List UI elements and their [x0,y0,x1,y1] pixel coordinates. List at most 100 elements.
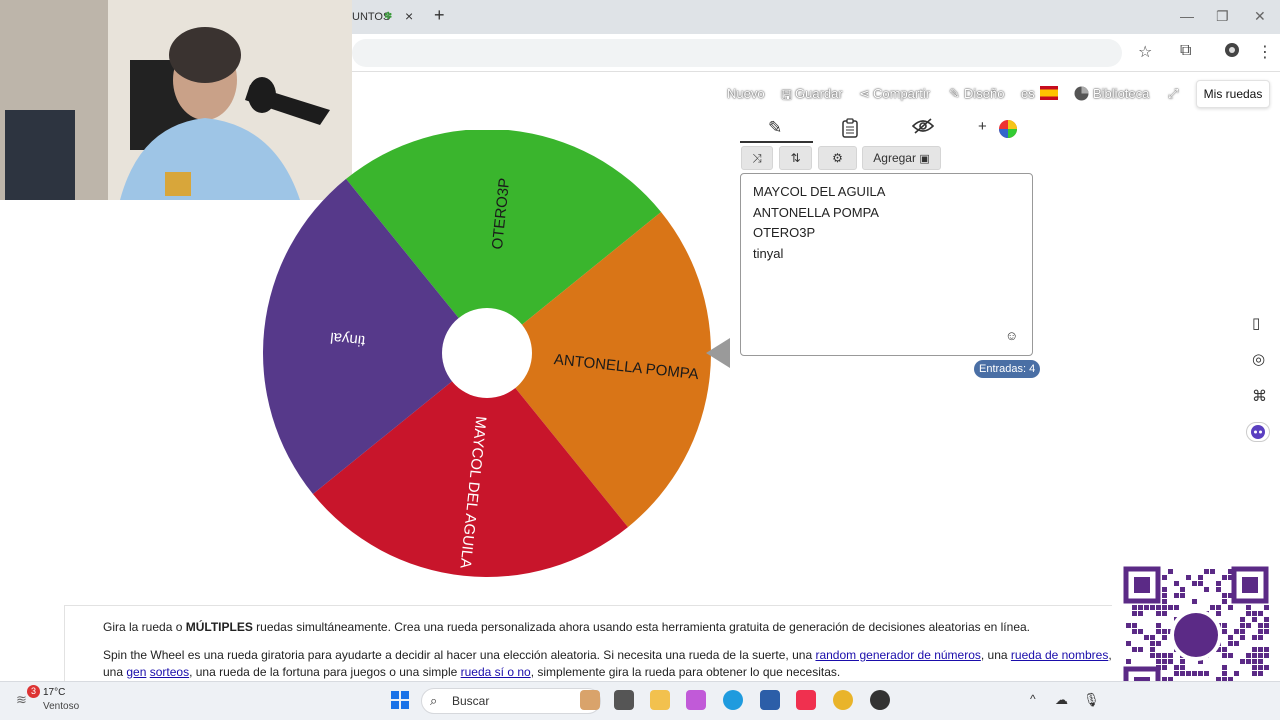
tab-close-icon[interactable]: × [405,8,413,24]
new-tab-button[interactable]: + [434,5,445,26]
fullscreen-icon[interactable]: ⤢ [1168,86,1178,102]
wind-weather-icon[interactable]: ≋ [16,692,27,708]
spin-wheel[interactable]: OTERO3PANTONELLA POMPAMAYCOL DEL AGUILAt… [262,130,712,580]
link-yes-no-wheel[interactable]: rueda sí o no [461,665,531,679]
qr-module [1144,635,1149,640]
wheel-segment-label: tinyal [329,329,366,350]
link-sorteos[interactable]: sorteos [150,665,189,679]
qr-module [1246,605,1251,610]
qr-module [1258,671,1263,676]
qr-module [1162,575,1167,580]
intro-text: Gira la rueda o [103,620,186,634]
mis-ruedas-button[interactable]: Mis ruedas [1196,80,1270,108]
qr-module [1264,605,1269,610]
taskbar-search-input[interactable]: Buscar [421,688,601,714]
edit-pencil-icon[interactable]: ✎ [768,118,782,138]
hide-eye-icon[interactable] [911,118,935,139]
save-icon: 🖫 [781,87,793,102]
qr-module [1150,605,1155,610]
copilot-icon[interactable] [686,690,706,710]
minimize-button[interactable]: — [1180,8,1194,24]
qr-module [1180,665,1185,670]
nav-nuevo[interactable]: Nuevo [727,86,765,101]
image-icon: ▣ [919,153,930,165]
qr-module [1258,611,1263,616]
extensions-icon[interactable]: ⧉ [1180,42,1191,60]
nav-language[interactable]: es [1021,86,1035,101]
add-wheel-plus-icon[interactable]: + [978,118,987,135]
maximize-button[interactable]: ❐ [1216,8,1229,25]
qr-module [1150,635,1155,640]
weather-temperature[interactable]: 17°C [43,687,65,698]
qr-module [1258,665,1263,670]
qr-module [1258,623,1263,628]
search-highlight-icon[interactable] [580,690,600,710]
qr-module [1150,653,1155,658]
link-generator[interactable]: gen [126,665,146,679]
screen: UNTOS ✽ × + — ❐ ✕ ☆ ⧉ ⋮ Nuevo 🖫 Guardar … [0,0,1280,720]
url-field[interactable] [352,39,1122,67]
entries-count-badge: Entradas: 4 [974,360,1041,378]
link-name-wheel[interactable]: rueda de nombres [1011,648,1108,662]
share-icon: ⋖ [859,86,870,101]
shuffle-button[interactable]: ⤨ [741,146,773,170]
qr-module [1186,671,1191,676]
qr-module [1240,617,1245,622]
qr-module [1198,581,1203,586]
book-icon[interactable]: ▯ [1252,314,1260,332]
qr-module [1162,599,1167,604]
add-image-button[interactable]: Agregar ▣ [862,146,941,170]
microphone-icon[interactable]: 🎙 [1083,692,1100,708]
emoji-icon[interactable]: ☺ [1005,328,1018,343]
active-tab-indicator [740,141,813,143]
file-explorer-icon[interactable] [650,690,670,710]
task-view-icon[interactable] [614,690,634,710]
nav-compartir[interactable]: Compartir [873,86,930,101]
sort-button[interactable]: ⇅ [779,146,812,170]
nav-guardar[interactable]: Guardar [795,86,843,101]
qr-module [1174,581,1179,586]
profile-avatar[interactable] [1224,42,1240,63]
settings-button[interactable]: ⚙ [818,146,857,170]
globe-icon [1074,86,1089,101]
entry-item: ANTONELLA POMPA [753,204,879,220]
music-app-icon[interactable] [796,690,816,710]
qr-module [1192,671,1197,676]
qr-module [1252,647,1257,652]
edge-icon[interactable] [723,690,743,710]
pencil-icon: ✎ [949,86,960,101]
link-number-generator[interactable]: random generador de números [815,648,980,662]
store-icon[interactable] [760,690,780,710]
chrome-icon[interactable] [833,690,853,710]
body-text: Spin the Wheel es una rueda giratoria pa… [103,648,816,662]
qr-module [1258,629,1263,634]
assistant-icon[interactable] [1246,422,1270,442]
browser-menu-icon[interactable]: ⋮ [1257,42,1273,62]
nav-diseno[interactable]: Diseño [964,86,1004,101]
qr-module [1264,665,1269,670]
qr-module [1228,641,1233,646]
onedrive-cloud-icon[interactable]: ☁ [1055,692,1068,708]
color-wheel-icon[interactable] [998,119,1018,139]
close-window-button[interactable]: ✕ [1254,8,1266,25]
obs-icon[interactable] [870,690,890,710]
qr-module [1180,587,1185,592]
target-icon[interactable]: ◎ [1252,350,1265,368]
qr-module [1180,659,1185,664]
qr-module [1198,575,1203,580]
apps-grid-icon[interactable]: ⌘ [1252,387,1267,405]
entries-textarea[interactable]: MAYCOL DEL AGUILA ANTONELLA POMPA OTERO3… [740,173,1033,356]
qr-module [1162,611,1167,616]
bookmark-star-icon[interactable]: ☆ [1138,42,1152,62]
intro-bold: MÚLTIPLES [185,620,253,634]
wheel-center[interactable] [442,308,532,398]
clipboard-icon[interactable] [841,118,859,143]
tray-chevron-icon[interactable]: ^ [1030,692,1036,706]
qr-module [1156,653,1161,658]
qr-module [1222,575,1227,580]
qr-module [1264,623,1269,628]
windows-start-icon[interactable] [390,690,410,710]
weather-condition[interactable]: Ventoso [43,701,79,712]
nav-biblioteca[interactable]: Biblioteca [1093,86,1149,101]
qr-module [1240,659,1245,664]
